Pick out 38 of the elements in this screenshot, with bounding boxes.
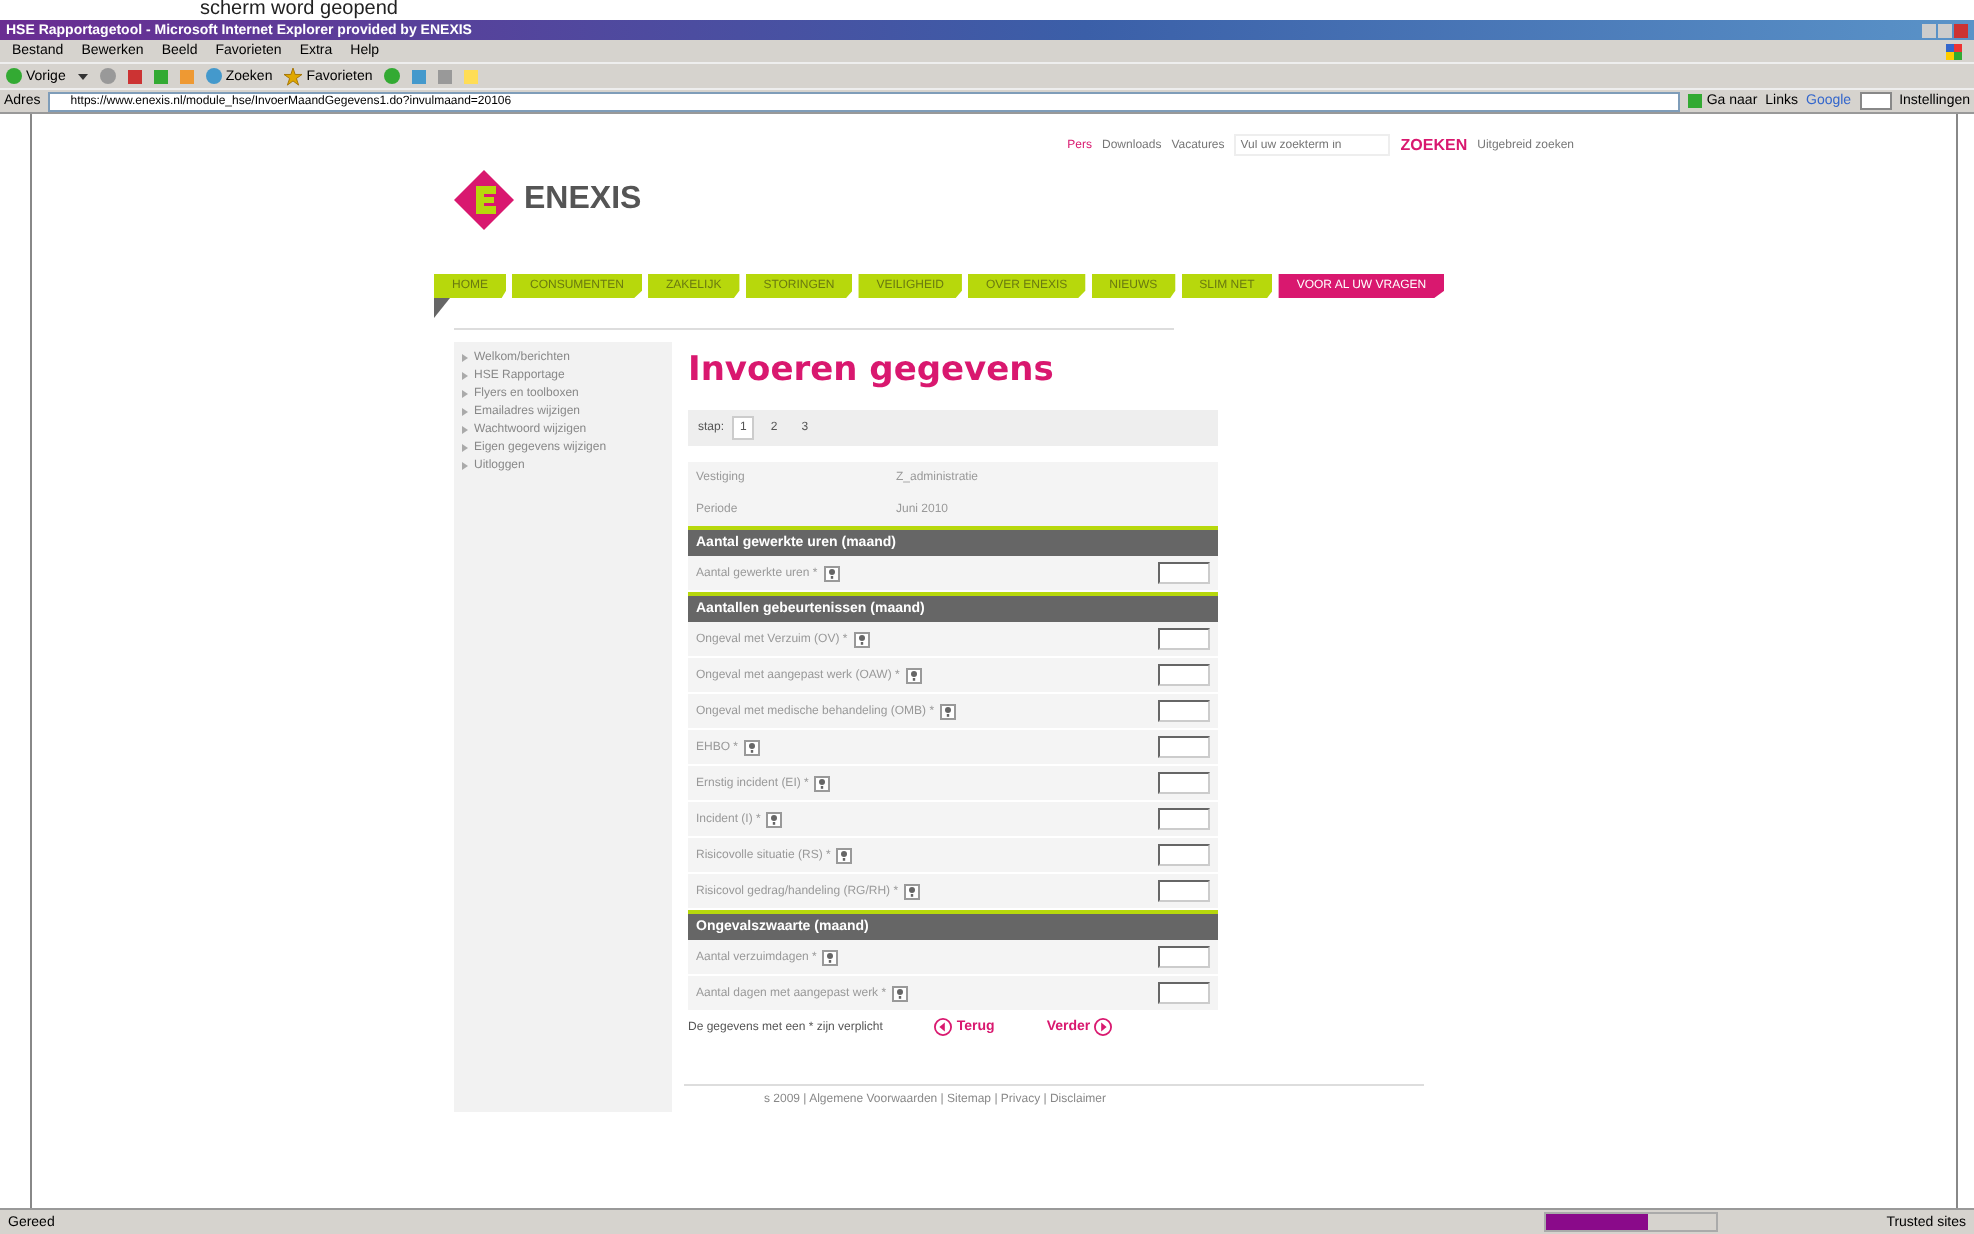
help-icon[interactable] bbox=[823, 565, 840, 581]
bullet-icon bbox=[462, 372, 468, 380]
logo-text: ENEXIS bbox=[524, 182, 642, 218]
number-input[interactable] bbox=[1158, 562, 1210, 584]
number-input[interactable] bbox=[1158, 808, 1210, 830]
help-icon[interactable] bbox=[744, 739, 761, 755]
number-input[interactable] bbox=[1158, 946, 1210, 968]
number-input[interactable] bbox=[1158, 982, 1210, 1004]
help-icon[interactable] bbox=[904, 883, 921, 899]
bullet-icon bbox=[462, 426, 468, 434]
number-input[interactable] bbox=[1158, 772, 1210, 794]
number-input[interactable] bbox=[1158, 664, 1210, 686]
help-icon[interactable] bbox=[940, 703, 957, 719]
dropdown-caret-icon[interactable] bbox=[77, 73, 88, 79]
bullet-icon bbox=[462, 408, 468, 416]
search-button[interactable]: ZOEKEN bbox=[1400, 136, 1468, 154]
windows-logo-icon bbox=[1946, 43, 1962, 59]
number-input[interactable] bbox=[1158, 844, 1210, 866]
number-input[interactable] bbox=[1158, 736, 1210, 758]
help-icon[interactable] bbox=[905, 667, 922, 683]
page-title: Invoeren gegevens bbox=[688, 350, 1056, 390]
bullet-icon bbox=[462, 390, 468, 398]
bullet-icon bbox=[462, 444, 468, 452]
help-icon[interactable] bbox=[892, 985, 909, 1001]
number-input[interactable] bbox=[1158, 628, 1210, 650]
number-input[interactable] bbox=[1158, 880, 1210, 902]
google-search-field[interactable] bbox=[1859, 92, 1892, 110]
help-icon[interactable] bbox=[766, 811, 783, 827]
help-icon[interactable] bbox=[814, 775, 831, 791]
help-icon[interactable] bbox=[822, 949, 839, 965]
bullet-icon bbox=[462, 354, 468, 362]
logo-icon bbox=[454, 170, 514, 230]
help-icon[interactable] bbox=[836, 847, 853, 863]
bullet-icon bbox=[462, 462, 468, 470]
help-icon[interactable] bbox=[853, 631, 870, 647]
star-icon bbox=[284, 67, 303, 85]
number-input[interactable] bbox=[1158, 700, 1210, 722]
caption-text: scherm word geopend bbox=[198, 0, 398, 20]
